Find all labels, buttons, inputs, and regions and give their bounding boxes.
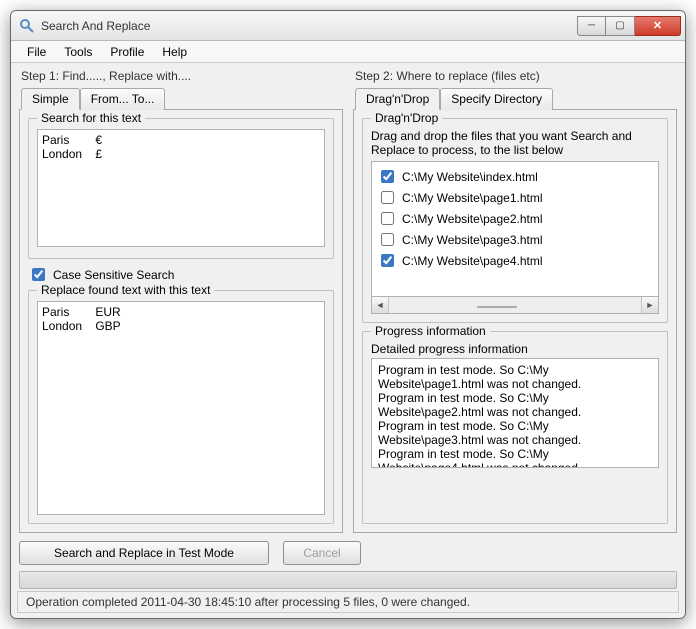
button-row: Search and Replace in Test Mode Cancel [19, 541, 677, 565]
file-row[interactable]: C:\My Website\page4.html [374, 250, 656, 271]
maximize-icon: ▢ [615, 20, 624, 31]
search-text-input[interactable] [37, 129, 325, 247]
case-sensitive-row: Case Sensitive Search [28, 265, 334, 284]
case-sensitive-checkbox[interactable] [32, 268, 45, 281]
file-path: C:\My Website\index.html [402, 170, 538, 184]
file-list-hscroll[interactable]: ◄ ► [371, 297, 659, 314]
footer: Search and Replace in Test Mode Cancel [11, 537, 685, 589]
file-row[interactable]: C:\My Website\page1.html [374, 187, 656, 208]
dragndrop-title: Drag'n'Drop [371, 111, 442, 125]
window-title: Search And Replace [41, 19, 577, 33]
progress-group: Progress information Detailed progress i… [362, 331, 668, 524]
replace-text-group: Replace found text with this text [28, 290, 334, 524]
menu-help[interactable]: Help [154, 43, 195, 61]
file-path: C:\My Website\page1.html [402, 191, 543, 205]
step1-label: Step 1: Find....., Replace with.... [21, 69, 343, 83]
replace-text-input[interactable] [37, 301, 325, 515]
tab-dragndrop[interactable]: Drag'n'Drop [355, 88, 440, 110]
menu-tools[interactable]: Tools [56, 43, 100, 61]
case-sensitive-label: Case Sensitive Search [53, 268, 174, 282]
maximize-button[interactable]: ▢ [606, 16, 635, 36]
minimize-icon: ─ [588, 20, 595, 31]
main-content: Step 1: Find....., Replace with.... Simp… [11, 63, 685, 537]
left-column: Step 1: Find....., Replace with.... Simp… [19, 69, 343, 533]
progress-title: Progress information [371, 324, 490, 338]
file-row[interactable]: C:\My Website\index.html [374, 166, 656, 187]
tab-simple[interactable]: Simple [21, 88, 80, 110]
step2-label: Step 2: Where to replace (files etc) [355, 69, 677, 83]
search-replace-test-button[interactable]: Search and Replace in Test Mode [19, 541, 269, 565]
file-checkbox[interactable] [381, 233, 394, 246]
close-button[interactable]: ✕ [635, 16, 681, 36]
titlebar[interactable]: Search And Replace ─ ▢ ✕ [11, 11, 685, 41]
right-tabs: Drag'n'Drop Specify Directory [355, 88, 677, 110]
status-bar: Operation completed 2011-04-30 18:45:10 … [17, 591, 679, 613]
dragndrop-desc: Drag and drop the files that you want Se… [371, 129, 659, 157]
status-text: Operation completed 2011-04-30 18:45:10 … [26, 595, 470, 609]
right-panel: Drag'n'Drop Drag and drop the files that… [353, 109, 677, 533]
app-icon [19, 18, 35, 34]
cancel-button[interactable]: Cancel [283, 541, 361, 565]
left-panel: Search for this text Case Sensitive Sear… [19, 109, 343, 533]
menu-profile[interactable]: Profile [102, 43, 152, 61]
menu-file[interactable]: File [19, 43, 54, 61]
file-list[interactable]: C:\My Website\index.html C:\My Website\pa… [371, 161, 659, 297]
tab-from-to[interactable]: From... To... [80, 88, 166, 110]
scroll-left-icon[interactable]: ◄ [372, 297, 389, 313]
file-checkbox[interactable] [381, 254, 394, 267]
left-tabs: Simple From... To... [21, 88, 343, 110]
app-window: Search And Replace ─ ▢ ✕ File Tools Prof… [10, 10, 686, 619]
file-checkbox[interactable] [381, 191, 394, 204]
progress-log[interactable]: Program in test mode. So C:\My Website\p… [371, 358, 659, 468]
search-text-label: Search for this text [37, 111, 145, 125]
scroll-thumb[interactable] [477, 306, 517, 308]
close-icon: ✕ [653, 19, 662, 32]
search-text-group: Search for this text [28, 118, 334, 259]
file-path: C:\My Website\page4.html [402, 254, 543, 268]
minimize-button[interactable]: ─ [577, 16, 606, 36]
dragndrop-group: Drag'n'Drop Drag and drop the files that… [362, 118, 668, 323]
file-row[interactable]: C:\My Website\page3.html [374, 229, 656, 250]
right-column: Step 2: Where to replace (files etc) Dra… [353, 69, 677, 533]
file-checkbox[interactable] [381, 170, 394, 183]
file-path: C:\My Website\page2.html [402, 212, 543, 226]
progress-bar [19, 571, 677, 589]
progress-detail-label: Detailed progress information [371, 342, 659, 356]
file-path: C:\My Website\page3.html [402, 233, 543, 247]
file-checkbox[interactable] [381, 212, 394, 225]
menu-bar: File Tools Profile Help [11, 41, 685, 63]
window-controls: ─ ▢ ✕ [577, 16, 681, 36]
scroll-right-icon[interactable]: ► [641, 297, 658, 313]
tab-specify-directory[interactable]: Specify Directory [440, 88, 553, 110]
replace-text-label: Replace found text with this text [37, 283, 214, 297]
file-row[interactable]: C:\My Website\page2.html [374, 208, 656, 229]
